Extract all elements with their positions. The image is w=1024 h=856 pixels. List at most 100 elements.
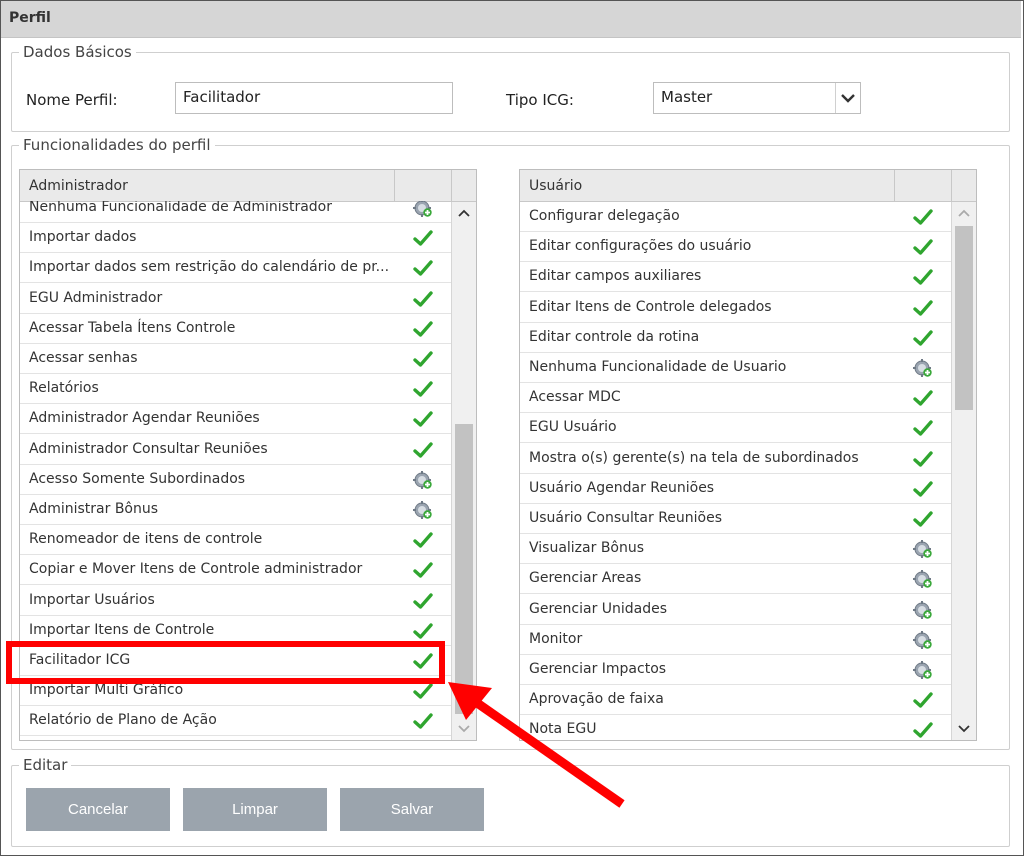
list-item[interactable]: Mostra o(s) gerente(s) na tela de subord… — [520, 444, 951, 474]
check-icon[interactable] — [913, 449, 933, 469]
highlight-box — [6, 641, 445, 684]
check-icon[interactable] — [913, 207, 933, 227]
admin-column-header[interactable]: Administrador — [20, 170, 395, 201]
check-icon[interactable] — [413, 379, 433, 399]
list-item[interactable]: Acessar MDC — [520, 383, 951, 414]
list-item[interactable]: Administrar Bônus — [20, 495, 451, 525]
check-icon[interactable] — [413, 289, 433, 309]
check-icon[interactable] — [413, 591, 433, 611]
list-item-label: Visualizar Bônus — [529, 540, 645, 557]
list-item[interactable]: Editar campos auxiliares — [520, 262, 951, 293]
gear-add-icon[interactable] — [413, 201, 433, 218]
list-item[interactable]: Importar dados sem restrição do calendár… — [20, 253, 451, 284]
usuario-scrollbar[interactable] — [951, 202, 976, 740]
list-item-label: Editar controle da rotina — [529, 328, 700, 345]
list-item[interactable]: Nenhuma Funcionalidade de Administrador — [20, 201, 451, 223]
list-item[interactable]: Copiar e Mover Itens de Controle adminis… — [20, 555, 451, 586]
check-icon[interactable] — [413, 530, 433, 550]
cancel-button[interactable]: Cancelar — [26, 788, 170, 831]
list-item[interactable]: Visualizar Bônus — [520, 534, 951, 565]
list-item[interactable]: Administrador Agendar Reuniões — [20, 404, 451, 435]
usuario-column-header[interactable]: Usuário — [520, 170, 895, 201]
list-item-label: Importar Usuários — [29, 591, 155, 608]
check-icon[interactable] — [913, 267, 933, 287]
list-item[interactable]: Relatório de Plano de Ação — [20, 706, 451, 737]
gear-add-icon[interactable] — [913, 630, 933, 650]
list-item-label: Copiar e Mover Itens de Controle adminis… — [29, 561, 363, 578]
gear-add-icon[interactable] — [913, 539, 933, 559]
list-item-label: Acessar Tabela Ítens Controle — [29, 319, 236, 336]
list-item-label: Acessar MDC — [529, 389, 621, 406]
admin-scrollbar[interactable] — [451, 202, 476, 740]
list-item-label: Monitor — [529, 630, 583, 647]
check-icon[interactable] — [913, 479, 933, 499]
check-icon[interactable] — [413, 621, 433, 641]
list-item-label: Editar campos auxiliares — [529, 268, 702, 285]
list-item[interactable]: Renomeador de itens de controle — [20, 525, 451, 556]
list-item[interactable]: Usuário Consultar Reuniões — [520, 504, 951, 534]
gear-add-icon[interactable] — [913, 600, 933, 620]
tipo-icg-select[interactable]: Master — [653, 82, 861, 114]
list-item[interactable]: Gerenciar Areas — [520, 564, 951, 595]
check-icon[interactable] — [913, 720, 933, 740]
list-item[interactable]: Nenhuma Funcionalidade de Usuario — [520, 353, 951, 383]
list-item-label: Administrador Agendar Reuniões — [29, 410, 260, 427]
list-item[interactable]: Acessar Tabela Ítens Controle — [20, 314, 451, 344]
chevron-down-icon[interactable] — [835, 83, 860, 113]
admin-grid-header: Administrador — [20, 170, 476, 202]
check-icon[interactable] — [913, 509, 933, 529]
check-icon[interactable] — [913, 418, 933, 438]
tipo-icg-label: Tipo ICG: — [506, 91, 574, 109]
chevron-up-icon[interactable] — [452, 202, 476, 224]
check-icon[interactable] — [413, 349, 433, 369]
check-icon[interactable] — [913, 237, 933, 257]
list-item-label: Importar dados — [29, 229, 137, 246]
list-item-label: Renomeador de itens de controle — [29, 531, 263, 548]
gear-add-icon[interactable] — [413, 500, 433, 520]
check-icon[interactable] — [413, 560, 433, 580]
gear-add-icon[interactable] — [413, 470, 433, 490]
check-icon[interactable] — [413, 228, 433, 248]
check-icon[interactable] — [913, 298, 933, 318]
check-icon[interactable] — [913, 690, 933, 710]
usuario-status-column-header[interactable] — [895, 170, 952, 201]
list-item-label: EGU Administrador — [29, 289, 163, 306]
check-icon[interactable] — [413, 409, 433, 429]
nome-perfil-input[interactable]: Facilitador — [175, 82, 453, 114]
list-item-label: Relatório de Plano de Ação — [29, 712, 217, 729]
gear-add-icon[interactable] — [913, 660, 933, 680]
list-item[interactable]: Importar dados — [20, 223, 451, 254]
list-item[interactable]: Monitor — [520, 625, 951, 655]
clear-button[interactable]: Limpar — [183, 788, 327, 831]
annotation-arrow-icon — [448, 682, 625, 808]
usuario-scrollbar-thumb[interactable] — [955, 226, 973, 410]
list-item[interactable]: Usuário Agendar Reuniões — [520, 474, 951, 504]
list-item[interactable]: EGU Administrador — [20, 284, 451, 314]
window-titlebar: Perfil — [1, 1, 1021, 38]
admin-status-column-header[interactable] — [395, 170, 452, 201]
check-icon[interactable] — [413, 258, 433, 278]
list-item-label: Relatórios — [29, 380, 99, 397]
check-icon[interactable] — [413, 319, 433, 339]
list-item[interactable]: Gerenciar Unidades — [520, 595, 951, 625]
chevron-up-icon[interactable] — [952, 202, 976, 224]
list-item[interactable]: Configurar delegação — [520, 202, 951, 232]
list-item[interactable]: Editar controle da rotina — [520, 323, 951, 353]
chevron-down-icon[interactable] — [952, 718, 976, 740]
list-item[interactable]: Relatórios — [20, 374, 451, 405]
check-icon[interactable] — [913, 388, 933, 408]
list-item[interactable]: Acessar senhas — [20, 344, 451, 374]
list-item[interactable]: Editar configurações do usuário — [520, 232, 951, 263]
gear-add-icon[interactable] — [913, 358, 933, 378]
check-icon[interactable] — [413, 440, 433, 460]
editar-legend: Editar — [19, 756, 72, 774]
list-item-label: Gerenciar Unidades — [529, 600, 668, 617]
gear-add-icon[interactable] — [913, 569, 933, 589]
list-item[interactable]: Importar Usuários — [20, 586, 451, 616]
list-item[interactable]: Administrador Consultar Reuniões — [20, 435, 451, 465]
check-icon[interactable] — [913, 328, 933, 348]
list-item[interactable]: EGU Usuário — [520, 413, 951, 444]
list-item[interactable]: Editar Itens de Controle delegados — [520, 293, 951, 323]
list-item[interactable]: Acesso Somente Subordinados — [20, 465, 451, 495]
list-item-label: Administrar Bônus — [29, 501, 159, 517]
